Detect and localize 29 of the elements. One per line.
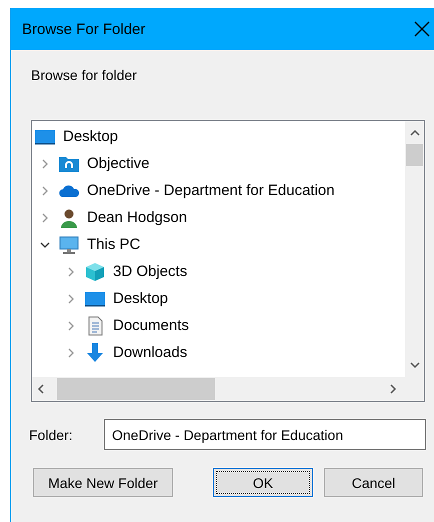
person-icon (58, 208, 80, 228)
tree-item[interactable]: OneDrive - Department for Education (87, 182, 335, 199)
scroll-thumb[interactable] (57, 378, 215, 400)
computer-icon (58, 234, 80, 254)
tree-item[interactable]: This PC (87, 236, 140, 253)
close-icon[interactable] (413, 20, 431, 38)
scroll-right-icon[interactable] (388, 384, 398, 394)
scroll-down-icon[interactable] (410, 360, 420, 370)
tree-item[interactable]: Desktop (113, 290, 168, 307)
horizontal-scrollbar[interactable] (32, 377, 424, 401)
down-arrow-icon (84, 342, 106, 362)
tree-item[interactable]: Documents (113, 317, 189, 334)
scroll-up-icon[interactable] (410, 128, 420, 138)
dialog-button[interactable]: Cancel (324, 468, 423, 497)
cube-icon (84, 262, 106, 282)
vertical-scrollbar[interactable] (405, 121, 424, 377)
scroll-thumb[interactable] (406, 144, 423, 166)
prompt-text: Browse for folder (31, 67, 137, 83)
tree-item[interactable]: Desktop (63, 128, 118, 145)
folder-label: Folder: (29, 426, 74, 442)
scroll-left-icon[interactable] (36, 384, 46, 394)
folder-field[interactable]: OneDrive - Department for Education (104, 419, 426, 450)
dialog-button[interactable]: OK (213, 468, 313, 497)
tree-item[interactable]: Downloads (113, 344, 188, 361)
tree-item[interactable]: Dean Hodgson (87, 209, 188, 226)
dialog-button[interactable]: Make New Folder (33, 468, 173, 497)
tree-item[interactable]: Objective (87, 155, 150, 172)
window-title: Browse For Folder (22, 20, 146, 38)
tree-item[interactable]: 3D Objects (113, 263, 188, 280)
